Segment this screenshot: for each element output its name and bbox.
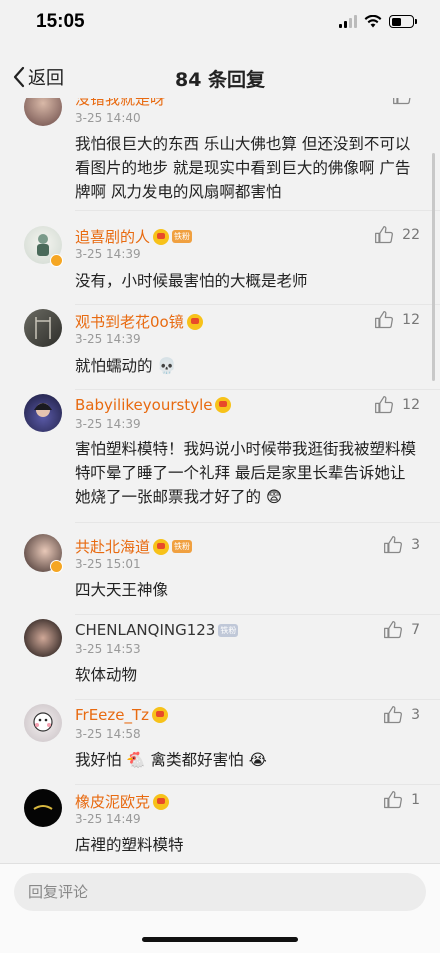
username-text: 没错我就是呀 (75, 98, 166, 108)
comment-time: 3-25 14:39 (75, 417, 141, 431)
medal-icon (215, 397, 232, 413)
thumb-up-icon (384, 706, 403, 724)
username[interactable]: FrEeze_Tz (75, 706, 169, 724)
comment-text: 害怕塑料模特！我妈说小时候带我逛街我被塑料模特吓晕了睡了一个礼拜 最后是家里长辈… (75, 440, 417, 506)
comment-text: 软体动物 (75, 666, 138, 684)
comment-time: 3-25 14:53 (75, 642, 141, 656)
comment-time: 3-25 15:01 (75, 557, 141, 571)
thumb-up-icon (375, 226, 394, 244)
like-count: 3 (411, 537, 420, 553)
reply-input[interactable]: 回复评论 (14, 873, 426, 911)
comment-item[interactable]: 追喜剧的人 铁粉 3-25 14:39 没有，小时候最害怕的大概是老师 22 (0, 220, 440, 305)
divider (75, 522, 440, 523)
battery-icon (389, 15, 417, 28)
comment-item[interactable]: FrEeze_Tz 3-25 14:58 我好怕 🐔 禽类都好害怕 😭 3 (0, 700, 440, 785)
like-button[interactable]: 22 (374, 225, 420, 245)
signal-icon (339, 15, 357, 28)
thumb-up-icon (384, 791, 403, 809)
comment-time: 3-25 14:40 (75, 111, 141, 125)
comment-text: 我好怕 🐔 禽类都好害怕 😭 (75, 751, 267, 769)
thumb-up-icon (384, 536, 403, 554)
comment-item[interactable]: 观书到老花0o镜 3-25 14:39 就怕蠕动的 💀 12 (0, 305, 440, 390)
comment-text: 我怕很巨大的东西 乐山大佛也算 但还没到不可以看图片的地步 就是现实中看到巨大的… (75, 135, 411, 201)
comment-item[interactable]: Babyilikeyourstyle 3-25 14:39 害怕塑料模特！我妈说… (0, 390, 440, 523)
username[interactable]: 共赴北海道 铁粉 (75, 536, 193, 557)
username-text: 橡皮泥欧克 (75, 793, 151, 811)
like-button[interactable]: 3 (383, 705, 420, 725)
fan-badge: 铁粉 (172, 230, 193, 243)
comment-time: 3-25 14:58 (75, 727, 141, 741)
username[interactable]: Babyilikeyourstyle (75, 396, 232, 414)
fan-badge: 铁粉 (172, 540, 193, 553)
like-button[interactable]: 7 (383, 620, 420, 640)
comment-text: 四大天王神像 (75, 581, 169, 599)
home-indicator[interactable] (142, 937, 298, 942)
like-button[interactable]: 12 (374, 310, 420, 330)
avatar[interactable] (24, 704, 62, 742)
username-text: CHENLANQING123 (75, 621, 216, 639)
like-button[interactable]: 12 (374, 395, 420, 415)
comment-item[interactable]: 橡皮泥欧克 3-25 14:49 店裡的塑料模特 1 (0, 785, 440, 863)
like-count: 7 (411, 622, 420, 638)
comment-text: 就怕蠕动的 💀 (75, 357, 177, 375)
comment-item[interactable]: CHENLANQING123 铁粉 3-25 14:53 软体动物 7 (0, 615, 440, 700)
username[interactable]: 追喜剧的人 铁粉 (75, 226, 193, 247)
like-button[interactable] (392, 98, 420, 106)
comment-item[interactable]: 共赴北海道 铁粉 3-25 15:01 四大天王神像 3 (0, 530, 440, 615)
medal-icon (153, 793, 170, 810)
page-title: 84 条回复 (174, 69, 266, 91)
medal-icon (152, 707, 169, 723)
username[interactable]: 观书到老花0o镜 (75, 311, 203, 332)
username-text: 观书到老花0o镜 (75, 313, 184, 331)
like-count: 12 (402, 397, 420, 413)
username[interactable]: 橡皮泥欧克 (75, 791, 170, 812)
like-count: 1 (411, 792, 420, 808)
medal-icon (153, 228, 170, 245)
username-text: 共赴北海道 (75, 538, 151, 556)
divider (75, 210, 440, 211)
fan-badge: 铁粉 (218, 623, 239, 637)
thumb-up-icon (375, 311, 394, 329)
avatar[interactable] (24, 789, 62, 827)
wifi-icon (364, 15, 382, 28)
like-count: 22 (402, 227, 420, 243)
verified-badge (50, 560, 63, 573)
medal-icon (186, 313, 203, 330)
avatar[interactable] (24, 394, 62, 432)
like-button[interactable]: 3 (383, 535, 420, 555)
comment-list[interactable]: 没错我就是呀 3-25 14:40 我怕很巨大的东西 乐山大佛也算 但还没到不可… (0, 98, 440, 863)
nav-bar: 返回 84 条回复 (0, 58, 440, 98)
username-text: FrEeze_Tz (75, 706, 150, 724)
username[interactable]: CHENLANQING123 铁粉 (75, 621, 239, 639)
medal-icon (153, 538, 170, 555)
comment-text: 店裡的塑料模特 (75, 836, 184, 854)
verified-badge (50, 254, 63, 267)
like-button[interactable]: 1 (383, 790, 420, 810)
like-count: 12 (402, 312, 420, 328)
like-count: 3 (411, 707, 420, 723)
comment-text: 没有，小时候最害怕的大概是老师 (75, 272, 308, 290)
comment-time: 3-25 14:49 (75, 812, 141, 826)
comment-time: 3-25 14:39 (75, 247, 141, 261)
username-text: Babyilikeyourstyle (75, 396, 213, 414)
thumb-up-icon (393, 98, 411, 105)
status-time: 15:05 (36, 11, 85, 32)
status-bar: 15:05 (0, 0, 440, 46)
comment-time: 3-25 14:39 (75, 332, 141, 346)
scrollbar[interactable] (432, 153, 435, 381)
thumb-up-icon (375, 396, 394, 414)
comment-item[interactable]: 没错我就是呀 3-25 14:40 我怕很巨大的东西 乐山大佛也算 但还没到不可… (0, 98, 440, 211)
avatar[interactable] (24, 619, 62, 657)
avatar[interactable] (24, 98, 62, 126)
username[interactable]: 没错我就是呀 (75, 98, 165, 109)
thumb-up-icon (384, 621, 403, 639)
status-icons (339, 15, 417, 28)
username-text: 追喜剧的人 (75, 228, 151, 246)
avatar[interactable] (24, 309, 62, 347)
